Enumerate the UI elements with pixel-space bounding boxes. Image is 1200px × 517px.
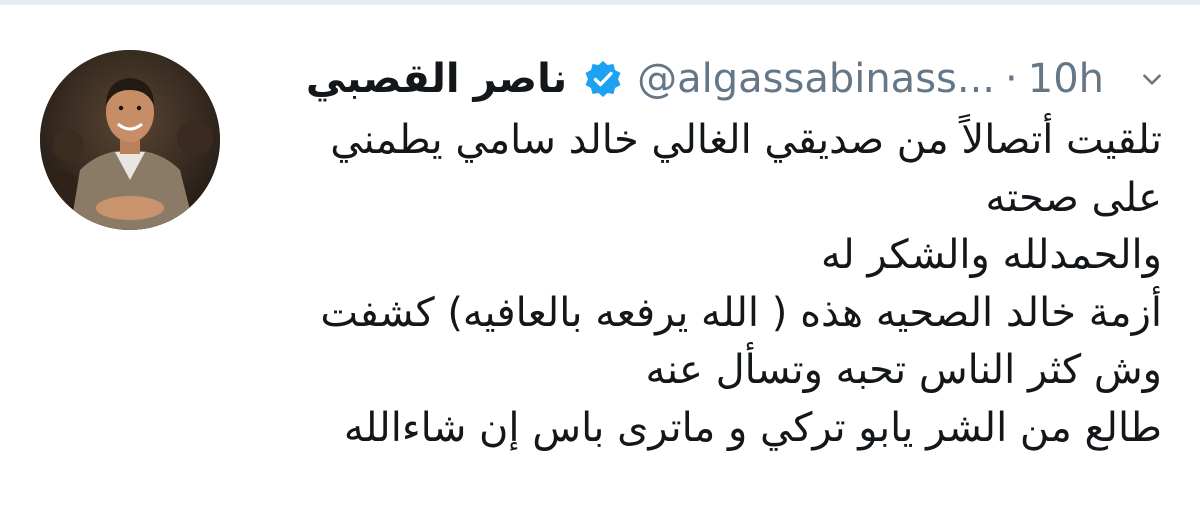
tweet-line: طالع من الشر يابو تركي و ماترى باس إن شا… (343, 404, 1162, 451)
author-display-name[interactable]: ناصر القصبي (306, 56, 567, 102)
chevron-down-icon[interactable] (1132, 59, 1172, 99)
separator-dot: · (1005, 56, 1018, 102)
tweet-line: على صحته (985, 174, 1162, 221)
avatar[interactable] (40, 50, 220, 230)
tweet-timestamp[interactable]: 10h (1028, 56, 1104, 102)
tweet-line: تلقيت أتصالاً من صديقي الغالي خالد سامي … (330, 117, 1162, 163)
tweet-line: والحمدلله والشكر له (821, 232, 1162, 278)
tweet-header: ناصر القصبي @algassabinass... · 10h (306, 50, 1172, 108)
tweet-line: أزمة خالد الصحيه هذه ( الله يرفعه بالعاف… (320, 289, 1162, 336)
verified-badge-icon (583, 59, 623, 99)
tweet-text: تلقيت أتصالاً من صديقي الغالي خالد سامي … (262, 112, 1162, 457)
tweet-line: وش كثر الناس تحبه وتسأل عنه (645, 347, 1162, 393)
avatar-photo (40, 50, 220, 230)
author-handle[interactable]: @algassabinass... (637, 56, 995, 102)
top-divider (0, 0, 1200, 5)
